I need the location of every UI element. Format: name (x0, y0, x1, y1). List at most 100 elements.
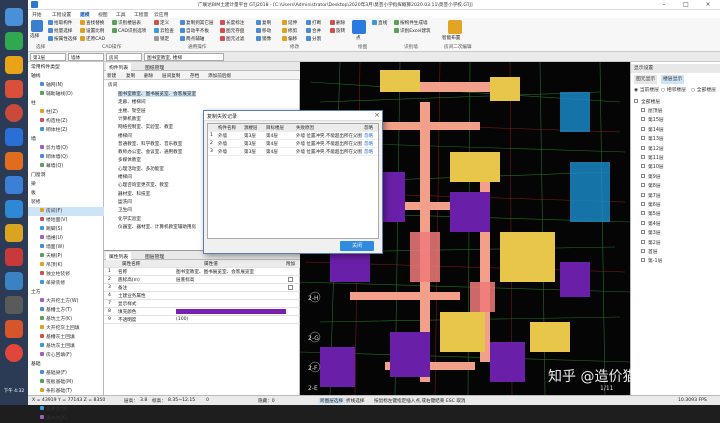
floor-item[interactable]: 第7层 (631, 192, 720, 201)
nav-item[interactable]: 集水坑(K) (28, 414, 104, 423)
property-row[interactable]: 7 显示样式 (104, 300, 300, 308)
floor-item[interactable]: 第4层 (631, 220, 720, 229)
component-item[interactable]: 心理咨询室更衣室、教室 (118, 182, 169, 188)
ribbon-btn[interactable]: 按构件生成墙 (394, 20, 428, 26)
tab-floor-display[interactable]: 楼层显示 (661, 75, 685, 84)
nav-category[interactable]: 土方 (28, 288, 104, 297)
radio-adjacent-floor[interactable]: ○ 相邻楼层 (661, 86, 686, 95)
app-icon[interactable] (5, 248, 23, 266)
floor-checkbox[interactable] (641, 173, 645, 178)
ribbon-btn[interactable]: 直线 (372, 20, 387, 26)
nav-item[interactable]: 基坑土方(K) (28, 315, 104, 324)
ribbon-btn[interactable]: 偏移 (282, 36, 297, 42)
ribbon-btn[interactable]: 合并 (306, 28, 321, 34)
ribbon-btn[interactable]: 分割 (306, 36, 321, 42)
ribbon-btn[interactable]: 查找替换 (80, 20, 104, 26)
property-value[interactable]: 图书室教室、图书展览室、会客展览室 (176, 269, 254, 275)
floor-checkbox[interactable] (641, 258, 645, 263)
nav-item[interactable]: 墙面(W) (28, 243, 104, 252)
name-select[interactable]: 图书室教室, 楼梯 (144, 53, 224, 61)
point-icon[interactable] (352, 20, 366, 34)
floor-checkbox[interactable] (641, 192, 645, 197)
nav-category[interactable]: 装修 (28, 198, 104, 207)
app-icon[interactable] (5, 296, 23, 314)
floor-item[interactable]: 第3层 (631, 229, 720, 238)
nav-category[interactable]: 轴线 (28, 72, 104, 81)
menu-start[interactable]: 开始 (32, 11, 42, 18)
floor-item[interactable]: 首层 (631, 248, 720, 257)
component-item[interactable]: 仪器室、器材室、计算机教室辅助用房 (118, 224, 196, 230)
nav-category[interactable]: 板 (28, 189, 104, 198)
floor-checkbox[interactable] (641, 211, 645, 216)
nav-item[interactable]: 柱(Z) (28, 108, 104, 117)
nav-item[interactable]: 砌体墙(Q) (28, 153, 104, 162)
close-icon[interactable]: × (698, 1, 718, 9)
nav-category[interactable]: 基础 (28, 360, 104, 369)
failure-row[interactable]: 3 外墙 第3层 第4层 外墙 位置冲突,不能超出所在父图元的范围忽略 (208, 148, 378, 156)
property-row[interactable]: 9 不透明度 (100) (104, 316, 300, 324)
layer-copy-button[interactable]: 层间复制 (162, 73, 180, 79)
floor-item[interactable]: 第12层 (631, 145, 720, 154)
floor-checkbox[interactable] (641, 249, 645, 253)
nav-item[interactable]: 楼地面(V) (28, 216, 104, 225)
ribbon-btn[interactable]: 云检查 (154, 28, 174, 34)
ribbon-btn[interactable]: 长度标注 (220, 20, 244, 26)
app-icon[interactable] (5, 8, 23, 26)
polyline-select-toggle[interactable]: 折线选择 (346, 398, 364, 404)
floor-item[interactable]: 第15层 (631, 116, 720, 125)
app-icon[interactable] (5, 128, 23, 146)
floor-item[interactable]: 屋顶层 (631, 107, 720, 116)
nav-item[interactable]: 墙裙(U) (28, 234, 104, 243)
floor-item[interactable]: 第2层 (631, 239, 720, 248)
property-row[interactable]: 3 备注 (104, 284, 300, 292)
fill-color-swatch[interactable] (176, 309, 286, 314)
floor-item[interactable]: 第8层 (631, 182, 720, 191)
nav-item[interactable]: 踢脚(S) (28, 225, 104, 234)
component-item[interactable]: 多媒体教室 (118, 157, 141, 163)
nav-item[interactable]: 基坑灰土回填 (28, 342, 104, 351)
component-item[interactable]: 卫生间 (118, 207, 132, 213)
ribbon-btn[interactable]: 锁定 (154, 36, 169, 42)
app-icon[interactable] (5, 32, 23, 50)
category-select[interactable]: 墙体 (68, 53, 104, 61)
nav-category[interactable]: 柱 (28, 99, 104, 108)
app-icon[interactable] (5, 104, 23, 122)
app-icon[interactable] (5, 272, 23, 290)
ribbon-btn[interactable]: 复制到其它层 (180, 20, 214, 26)
floor-item[interactable]: 第11层 (631, 154, 720, 163)
nav-item[interactable]: 天棚(P) (28, 252, 104, 261)
add-prefix-button[interactable]: 添加前后缀 (208, 73, 231, 79)
component-item[interactable]: 心理活动室、多功能室 (118, 166, 164, 172)
dialog-close-icon[interactable]: × (374, 111, 380, 119)
nav-item[interactable]: 房心回填(F) (28, 351, 104, 360)
nav-category[interactable]: 门窗洞 (28, 171, 104, 180)
floor-checkbox[interactable] (641, 164, 645, 169)
select-button[interactable]: 选择 (30, 33, 39, 39)
ribbon-btn[interactable]: CAD识别选项 (112, 28, 146, 34)
component-item[interactable]: 楼梯间 (118, 174, 132, 180)
component-item[interactable]: 普通教室、科学教室、音乐教室 (118, 141, 182, 147)
archive-button[interactable]: 存档 (190, 73, 199, 79)
nav-item[interactable]: 独立柱装修 (28, 270, 104, 279)
floor-checkbox[interactable] (641, 220, 645, 225)
floor-checkbox[interactable] (641, 126, 645, 131)
type-select[interactable]: 房间 (106, 53, 142, 61)
component-item[interactable]: 图书室教室、图书展览室、会客展览室 (118, 91, 197, 97)
nav-item[interactable]: 大开挖土方(W) (28, 297, 104, 306)
app-icon[interactable] (5, 56, 23, 74)
nav-item[interactable]: 基槽土方(T) (28, 306, 104, 315)
floor-item[interactable]: 第-1层 (631, 257, 720, 266)
app-icon[interactable] (5, 80, 23, 98)
component-item[interactable]: 计算机教室 (118, 116, 141, 122)
failure-row[interactable]: 1 外墙 第3层 第4层 外墙 位置冲突,不能超出所在父图元的范围忽略 (208, 132, 378, 140)
ribbon-btn[interactable]: 两点辅轴 (180, 36, 204, 42)
new-button[interactable]: 新建 (107, 73, 116, 79)
app-icon[interactable] (5, 176, 23, 194)
radio-all-floors[interactable]: ○ 全部楼层 (691, 86, 716, 95)
app-icon[interactable] (5, 320, 23, 338)
close-button[interactable]: 关闭 (340, 241, 374, 251)
floor-item[interactable]: 第13层 (631, 135, 720, 144)
app-icon[interactable] (5, 152, 23, 170)
floor-item[interactable]: 第6层 (631, 201, 720, 210)
app-icon[interactable] (5, 200, 23, 218)
